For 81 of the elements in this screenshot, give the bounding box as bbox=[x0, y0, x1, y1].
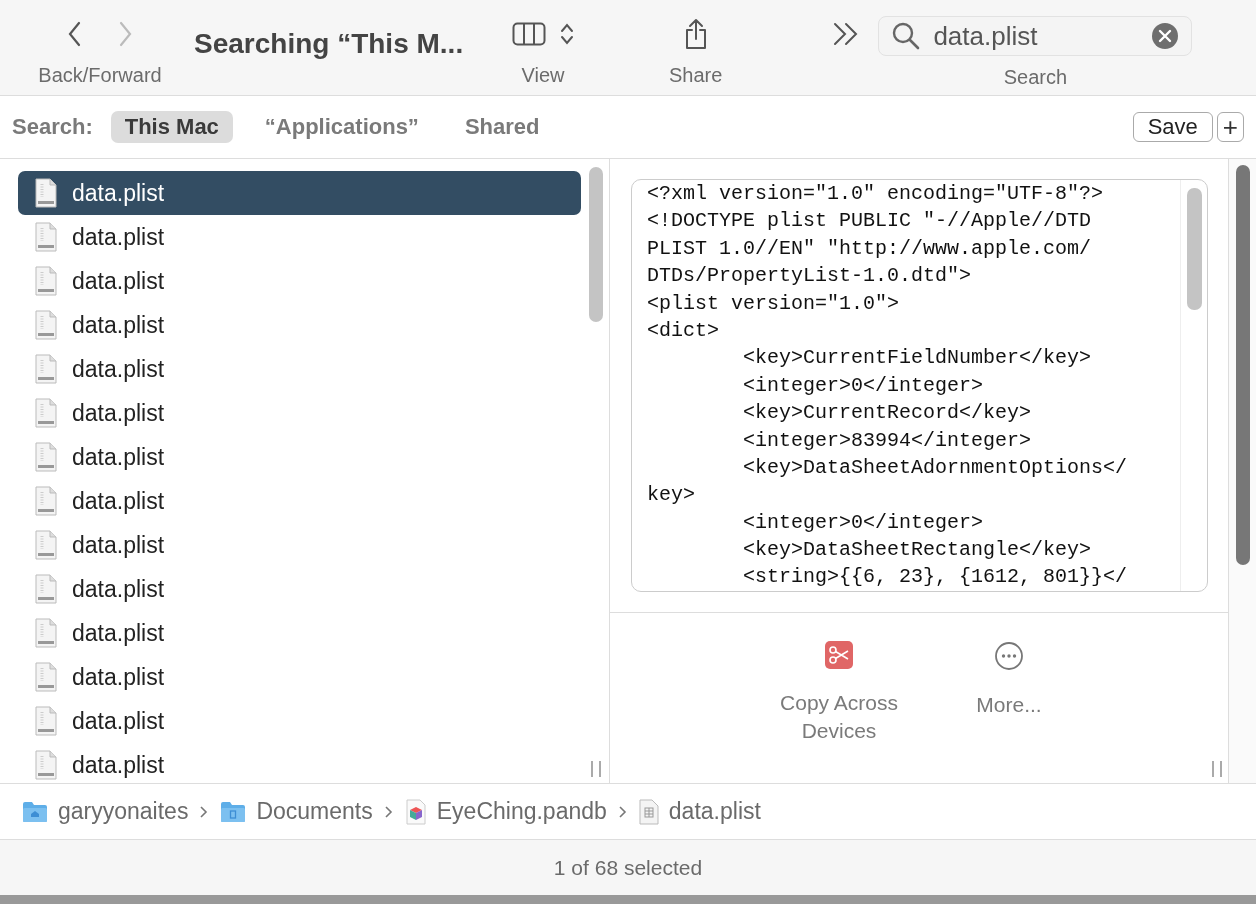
path-item[interactable]: data.plist bbox=[638, 798, 761, 825]
toolbar-label: View bbox=[521, 64, 565, 87]
scope-tab[interactable]: This Mac bbox=[110, 111, 233, 143]
chevron-icon bbox=[618, 805, 627, 818]
file-row[interactable]: data.plist bbox=[18, 391, 581, 435]
code-line: <integer>0</integer> bbox=[742, 372, 985, 399]
file-row[interactable]: data.plist bbox=[18, 523, 581, 567]
document-icon bbox=[34, 222, 58, 252]
action-label[interactable]: Copy Across Devices bbox=[764, 689, 914, 745]
search-field[interactable]: data.plist bbox=[878, 16, 1193, 56]
toolbar-label: Search bbox=[1003, 66, 1068, 89]
chevron-updown-icon[interactable] bbox=[560, 22, 574, 46]
file-row[interactable]: data.plist bbox=[18, 435, 581, 479]
file-row[interactable]: data.plist bbox=[18, 699, 581, 743]
code-line: PLIST 1.0//EN" "http://www.apple.com/ bbox=[647, 235, 1093, 262]
scrollbar-thumb[interactable] bbox=[1235, 165, 1250, 565]
action-label[interactable]: More... bbox=[976, 691, 1042, 719]
clear-icon[interactable] bbox=[1151, 22, 1180, 50]
file-row[interactable]: data.plist bbox=[18, 655, 581, 699]
path-item[interactable]: garyyonaites bbox=[22, 798, 189, 825]
path-item[interactable]: EyeChing.pandb bbox=[404, 798, 607, 825]
resize-handle[interactable] bbox=[591, 761, 601, 777]
document-icon bbox=[34, 706, 58, 736]
scrollbar-thumb[interactable] bbox=[589, 167, 603, 322]
file-row[interactable]: data.plist bbox=[18, 171, 581, 215]
code-line: <integer>83994</integer> bbox=[742, 427, 1033, 454]
code-line: <?xml version="1.0" encoding="UTF-8"?> bbox=[647, 181, 1105, 207]
document-icon bbox=[34, 574, 58, 604]
search-icon bbox=[891, 21, 922, 51]
document-icon bbox=[34, 486, 58, 516]
code-line: key> bbox=[647, 482, 696, 509]
add-button[interactable]: + bbox=[1216, 112, 1244, 142]
document-icon bbox=[638, 798, 659, 825]
document-icon bbox=[34, 266, 58, 296]
status-text: 1 of 68 selected bbox=[0, 839, 1256, 895]
file-row[interactable]: data.plist bbox=[18, 259, 581, 303]
code-line: <!DOCTYPE plist PUBLIC "-//Apple//DTD bbox=[647, 208, 1093, 235]
back-icon[interactable] bbox=[67, 21, 83, 47]
document-icon bbox=[34, 178, 58, 208]
code-line: <key>DataSheetRectangle</key> bbox=[742, 537, 1093, 564]
document-icon bbox=[34, 750, 58, 780]
folder-icon bbox=[22, 800, 48, 823]
document-icon bbox=[34, 618, 58, 648]
file-row[interactable]: data.plist bbox=[18, 347, 581, 391]
document-icon bbox=[34, 662, 58, 692]
scrollbar-thumb[interactable] bbox=[1186, 188, 1202, 310]
code-line: <string>{{6, 23}, {1612, 801}}</ bbox=[742, 564, 1129, 591]
folder-icon bbox=[220, 800, 247, 823]
more-icon[interactable] bbox=[994, 641, 1024, 671]
path-item[interactable]: Documents bbox=[220, 798, 373, 825]
code-line: <dict> bbox=[647, 317, 720, 344]
code-line: <key>CurrentRecord</key> bbox=[742, 400, 1033, 427]
code-line: <key>CurrentFieldNumber</key> bbox=[742, 345, 1093, 372]
scope-tab[interactable]: “Applications” bbox=[250, 111, 433, 143]
package-icon bbox=[404, 798, 427, 825]
scissors-icon[interactable] bbox=[825, 641, 853, 669]
file-row[interactable]: data.plist bbox=[18, 567, 581, 611]
scope-tab[interactable]: Shared bbox=[450, 111, 554, 143]
chevron-icon bbox=[200, 805, 209, 818]
save-button[interactable]: Save bbox=[1132, 112, 1213, 142]
document-icon bbox=[34, 442, 58, 472]
toolbar-label: Share bbox=[669, 64, 723, 87]
window-title: Searching “This M... bbox=[194, 28, 465, 60]
document-icon bbox=[34, 398, 58, 428]
scope-label: Search: bbox=[12, 114, 93, 140]
code-line: <plist version="1.0"> bbox=[647, 290, 901, 317]
file-row[interactable]: data.plist bbox=[18, 479, 581, 523]
columns-icon[interactable] bbox=[512, 22, 546, 46]
chevron-icon bbox=[384, 805, 393, 818]
document-icon bbox=[34, 530, 58, 560]
file-row[interactable]: data.plist bbox=[18, 743, 581, 783]
code-line: <integer>0</integer> bbox=[742, 509, 985, 536]
resize-handle[interactable] bbox=[1212, 761, 1222, 777]
file-row[interactable]: data.plist bbox=[18, 215, 581, 259]
document-icon bbox=[34, 310, 58, 340]
code-line: DTDs/PropertyList-1.0.dtd"> bbox=[647, 263, 973, 290]
document-icon bbox=[34, 354, 58, 384]
file-row[interactable]: data.plist bbox=[18, 303, 581, 347]
code-line: <key>DataSheetAdornmentOptions</ bbox=[742, 454, 1129, 481]
file-row[interactable]: data.plist bbox=[18, 611, 581, 655]
toolbar-label: Back/Forward bbox=[38, 64, 162, 87]
